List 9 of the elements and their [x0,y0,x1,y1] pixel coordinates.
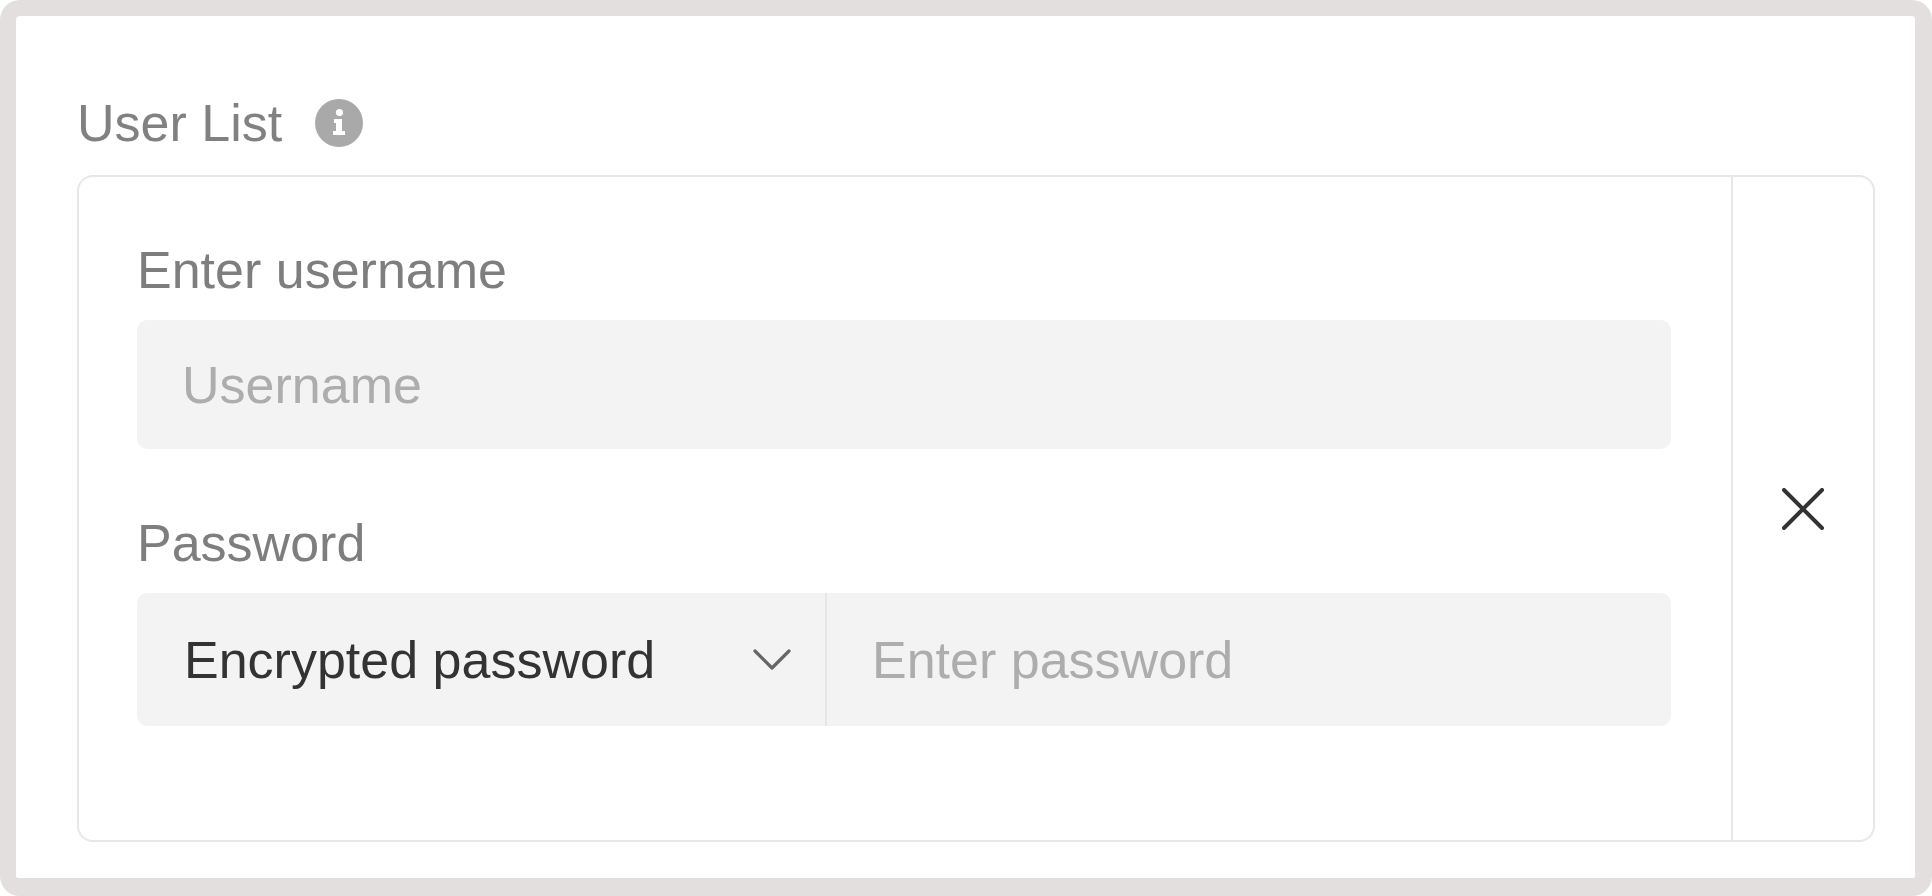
section-title: User List [77,93,283,154]
password-type-dropdown[interactable]: Encrypted password [137,593,827,726]
remove-button[interactable] [1782,487,1824,530]
field-label: Enter username [137,240,507,301]
username-field[interactable]: Username [137,320,1671,449]
chevron-down-icon [753,648,791,671]
password-field[interactable]: Enter password [827,593,1671,726]
close-icon [1782,487,1824,530]
field-label: Password [137,513,366,574]
